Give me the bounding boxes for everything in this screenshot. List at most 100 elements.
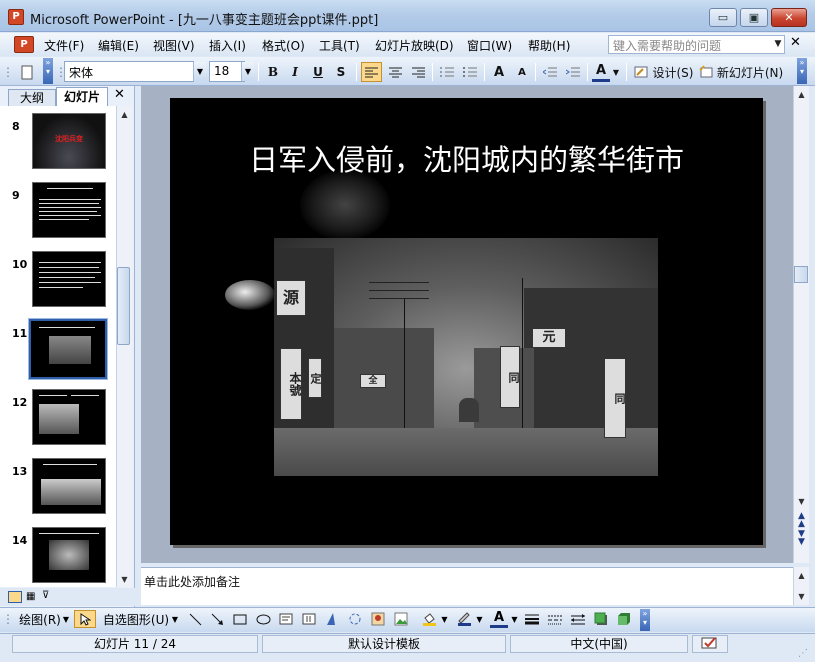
design-button[interactable]: 设计(S) [652, 62, 694, 82]
tab-slides[interactable]: 幻灯片 [56, 87, 108, 106]
slide-title[interactable]: 日军入侵前，沈阳城内的繁华街市 [170, 137, 763, 179]
toolbar-overflow-icon[interactable]: » ▾ [797, 58, 807, 84]
scroll-up-icon[interactable]: ▲ [117, 107, 132, 122]
slideshow-view-icon[interactable]: ⊽ [42, 590, 54, 602]
dash-style-icon[interactable] [546, 610, 564, 628]
wordart-icon[interactable] [323, 610, 341, 628]
decrease-indent-icon[interactable] [540, 62, 560, 82]
notes-placeholder[interactable]: 单击此处添加备注 [144, 573, 240, 590]
drawing-font-color-dropdown-icon[interactable]: ▼ [510, 610, 519, 628]
shadow-style-icon[interactable] [592, 610, 610, 628]
slide-thumbnail-12[interactable] [32, 389, 106, 445]
powerpoint-app-icon[interactable]: P [8, 9, 24, 25]
thumbnail-scrollbar[interactable] [116, 106, 132, 587]
restore-button[interactable]: ▣ [740, 8, 768, 27]
scroll-up-icon[interactable]: ▲ [794, 568, 809, 583]
font-color-dropdown-icon[interactable]: ▼ [611, 62, 621, 82]
slide-thumbnail-10[interactable] [32, 251, 106, 307]
slide-sorter-view-icon[interactable]: ▦ [26, 591, 38, 603]
tab-outline[interactable]: 大纲 [8, 89, 56, 106]
fill-color-icon[interactable] [420, 610, 438, 628]
line-tool-icon[interactable] [186, 610, 204, 628]
slide-thumbnail-9[interactable] [32, 182, 106, 238]
font-color-button[interactable]: A [592, 62, 610, 82]
autoshapes-dropdown-icon[interactable]: ▼ [170, 610, 180, 628]
increase-indent-icon[interactable] [563, 62, 583, 82]
document-icon[interactable]: P [14, 36, 34, 53]
previous-slide-icon[interactable]: ▲ ▲ [794, 512, 809, 529]
editor-vertical-scrollbar[interactable] [793, 86, 809, 563]
editor-scroll-thumb[interactable] [794, 266, 808, 283]
font-name-select[interactable]: 宋体 [64, 61, 194, 82]
clip-art-icon[interactable] [369, 610, 387, 628]
menu-help[interactable]: 帮助(H) [528, 37, 570, 54]
scroll-up-icon[interactable]: ▲ [794, 87, 809, 102]
slide-photo-street[interactable]: 源 本號 定 元 同 全 同 [274, 238, 658, 476]
font-size-dropdown-icon[interactable]: ▼ [241, 62, 254, 81]
menu-insert[interactable]: 插入(I) [209, 37, 246, 54]
resize-grip-icon[interactable]: ⋰ [798, 648, 810, 660]
bold-button[interactable]: B [264, 62, 282, 82]
font-name-dropdown-icon[interactable]: ▼ [193, 62, 206, 81]
next-slide-icon[interactable]: ▼ ▼ [794, 530, 809, 547]
scroll-down-icon[interactable]: ▼ [794, 494, 809, 509]
scroll-down-icon[interactable]: ▼ [794, 589, 809, 604]
slide-thumbnail-14[interactable] [32, 527, 106, 583]
fill-color-dropdown-icon[interactable]: ▼ [440, 610, 449, 628]
toolbar-grip-icon[interactable]: ⋮ [2, 610, 14, 628]
line-color-icon[interactable] [455, 610, 473, 628]
line-color-dropdown-icon[interactable]: ▼ [475, 610, 484, 628]
menu-slideshow[interactable]: 幻灯片放映(D) [375, 37, 454, 54]
arrow-style-icon[interactable] [569, 610, 587, 628]
drawing-font-color-icon[interactable]: A [490, 610, 508, 628]
diagram-icon[interactable] [346, 610, 364, 628]
slide-thumbnail-8[interactable]: 沈阳兵变 [32, 113, 106, 169]
align-left-button[interactable] [361, 62, 382, 82]
close-window-button[interactable]: ✕ [771, 8, 807, 27]
panel-close-icon[interactable]: ✕ [114, 87, 125, 102]
spelling-status-icon[interactable] [692, 635, 728, 653]
help-search-input[interactable]: 键入需要帮助的问题 [608, 35, 785, 54]
italic-button[interactable]: I [286, 62, 304, 82]
vertical-text-box-icon[interactable] [300, 610, 318, 628]
insert-picture-icon[interactable] [392, 610, 410, 628]
rectangle-tool-icon[interactable] [231, 610, 249, 628]
new-document-icon[interactable] [18, 62, 36, 82]
increase-font-size-button[interactable]: A [489, 62, 509, 82]
draw-menu-dropdown-icon[interactable]: ▼ [61, 610, 71, 628]
menu-edit[interactable]: 编辑(E) [98, 37, 139, 54]
numbering-icon[interactable] [437, 62, 457, 82]
3d-style-icon[interactable] [615, 610, 633, 628]
align-right-button[interactable] [408, 62, 428, 82]
shadow-button[interactable]: S [332, 62, 350, 82]
menu-window[interactable]: 窗口(W) [467, 37, 512, 54]
select-objects-button[interactable] [74, 610, 96, 628]
line-style-icon[interactable] [523, 610, 541, 628]
menu-tools[interactable]: 工具(T) [319, 37, 360, 54]
text-box-icon[interactable] [277, 610, 295, 628]
oval-tool-icon[interactable] [254, 610, 272, 628]
toolbar-grip-icon[interactable]: ⋮ [2, 62, 14, 82]
scroll-down-icon[interactable]: ▼ [117, 572, 132, 587]
minimize-button[interactable]: ▭ [709, 8, 737, 27]
autoshapes-button[interactable]: 自选图形(U) [103, 610, 169, 628]
thumbnail-scroll-thumb[interactable] [117, 267, 130, 345]
new-slide-button[interactable]: 新幻灯片(N) [716, 62, 784, 82]
menu-file[interactable]: 文件(F) [44, 37, 84, 54]
menu-view[interactable]: 视图(V) [153, 37, 195, 54]
toolbar-overflow-icon[interactable]: » ▾ [640, 609, 650, 631]
slide-thumbnail-13[interactable] [32, 458, 106, 514]
normal-view-icon[interactable] [8, 591, 22, 603]
bullets-icon[interactable] [460, 62, 480, 82]
decrease-font-size-button[interactable]: A [512, 62, 532, 82]
draw-menu-button[interactable]: 绘图(R) [19, 610, 61, 628]
close-document-icon[interactable]: ✕ [790, 35, 801, 50]
toolbar-overflow-icon[interactable]: » ▾ [43, 58, 53, 84]
arrow-tool-icon[interactable] [208, 610, 226, 628]
slide-thumbnail-11[interactable] [28, 318, 108, 380]
menu-format[interactable]: 格式(O) [262, 37, 305, 54]
help-dropdown-icon[interactable]: ▼ [771, 36, 785, 53]
underline-button[interactable]: U [309, 62, 327, 82]
align-center-button[interactable] [385, 62, 405, 82]
font-size-select[interactable]: 18 [209, 61, 245, 82]
